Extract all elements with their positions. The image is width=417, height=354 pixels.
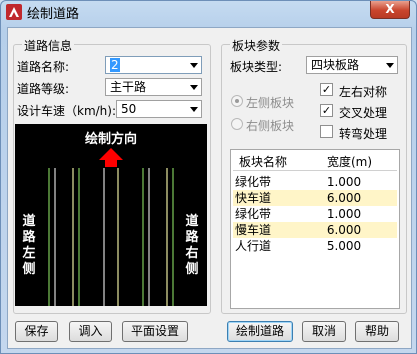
road-preview-canvas: 绘制方向 道路左侧 道路右侧 <box>15 124 207 306</box>
load-button[interactable]: 调入 <box>69 321 112 342</box>
table-header-divider <box>233 170 397 171</box>
design-speed-value: 50 <box>121 102 137 116</box>
table-row[interactable]: 绿化带 1.000 <box>233 206 397 222</box>
left-block-radio[interactable] <box>231 95 243 107</box>
chevron-down-icon[interactable] <box>190 107 198 112</box>
right-block-label: 右侧板块 <box>246 119 295 133</box>
table-cell-width: 5.000 <box>326 239 362 253</box>
table-cell-width: 1.000 <box>326 175 362 189</box>
chevron-down-icon[interactable] <box>190 63 198 68</box>
design-speed-select[interactable]: 50 <box>116 100 202 118</box>
cancel-button[interactable]: 取消 <box>302 321 346 342</box>
turn-label: 转弯处理 <box>339 127 388 141</box>
draw-road-button[interactable]: 绘制道路 <box>227 321 293 342</box>
turn-checkbox[interactable] <box>320 125 333 138</box>
save-button[interactable]: 保存 <box>15 321 58 342</box>
road-name-label: 道路名称: <box>17 60 70 74</box>
table-cell-width: 6.000 <box>326 223 362 237</box>
design-speed-label: 设计车速（km/h): <box>17 104 117 118</box>
table-row[interactable]: 快车道 6.000 <box>233 190 397 206</box>
table-header-name: 板块名称 <box>239 155 288 169</box>
table-cell-width: 6.000 <box>326 191 362 205</box>
table-row[interactable]: 慢车道 6.000 <box>233 222 397 238</box>
road-name-value: 2 <box>110 58 120 72</box>
dialog-client-area: 道路信息 道路名称: 2 道路等级: 主干路 设计车速（km/h): 50 绘制… <box>7 27 412 349</box>
road-lanes-drawing <box>48 148 174 306</box>
close-button[interactable]: X <box>370 1 410 19</box>
block-type-value: 四块板路 <box>311 58 360 72</box>
autocad-app-icon <box>6 4 22 20</box>
road-right-side-text: 道路右侧 <box>185 214 199 277</box>
plan-settings-button[interactable]: 平面设置 <box>122 321 188 342</box>
left-block-label: 左侧板块 <box>246 96 295 110</box>
right-block-radio[interactable] <box>231 118 243 130</box>
table-cell-name: 人行道 <box>235 239 272 253</box>
block-type-select[interactable]: 四块板路 <box>306 56 398 74</box>
road-name-combo[interactable]: 2 <box>105 56 202 74</box>
road-info-group-label: 道路信息 <box>22 37 75 54</box>
table-cell-width: 1.000 <box>326 207 362 221</box>
block-type-label: 板块类型: <box>230 60 283 74</box>
dialog-window: 绘制道路 X 道路信息 道路名称: 2 道路等级: 主干路 设计车速（km/h)… <box>0 0 417 354</box>
table-cell-name: 慢车道 <box>235 223 272 237</box>
direction-arrow-icon <box>99 148 123 167</box>
table-row[interactable]: 人行道 5.000 <box>233 238 397 254</box>
symmetric-label: 左右对称 <box>339 85 388 99</box>
symmetric-checkbox[interactable]: ✓ <box>320 83 333 96</box>
chevron-down-icon[interactable] <box>190 85 198 90</box>
road-left-side-text: 道路左侧 <box>22 214 36 277</box>
table-cell-name: 绿化带 <box>235 175 272 189</box>
road-grade-select[interactable]: 主干路 <box>105 78 202 96</box>
table-cell-name: 快车道 <box>235 191 272 205</box>
table-cell-name: 绿化带 <box>235 207 272 221</box>
block-table[interactable]: 板块名称 宽度(m) 绿化带 1.000 快车道 6.000 绿化带 1.000 慢车… <box>230 149 400 309</box>
road-grade-value: 主干路 <box>110 80 147 94</box>
help-button[interactable]: 帮助 <box>355 321 399 342</box>
table-row[interactable]: 绿化带 1.000 <box>233 174 397 190</box>
cross-checkbox[interactable]: ✓ <box>320 104 333 117</box>
table-header-width: 宽度(m) <box>327 155 373 169</box>
title-bar[interactable]: 绘制道路 X <box>1 1 416 23</box>
window-title: 绘制道路 <box>27 7 80 22</box>
cross-label: 交叉处理 <box>339 106 388 120</box>
chevron-down-icon[interactable] <box>386 63 394 68</box>
road-grade-label: 道路等级: <box>17 82 70 96</box>
block-params-group-label: 板块参数 <box>230 37 283 54</box>
